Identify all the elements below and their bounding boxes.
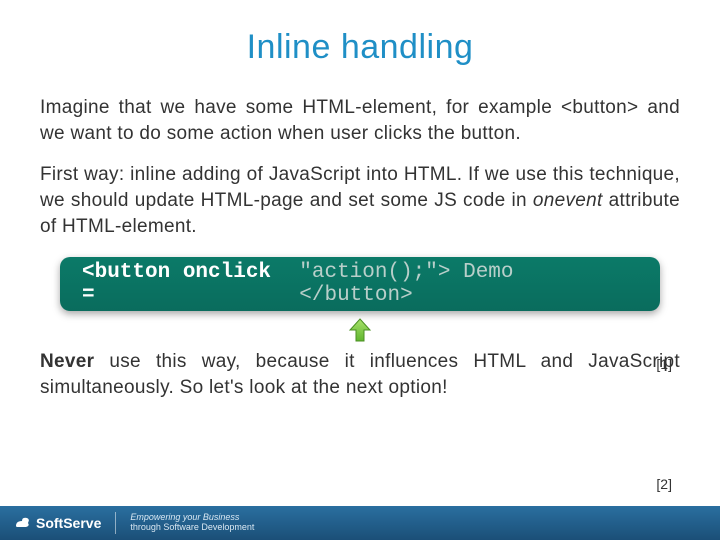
footer-bar: SoftServe Empowering your Business throu… xyxy=(0,506,720,540)
paragraph-intro: Imagine that we have some HTML-element, … xyxy=(40,95,680,146)
softserve-icon xyxy=(14,515,30,531)
citation-1: [1] xyxy=(656,356,672,372)
footer-tagline: Empowering your Business through Softwar… xyxy=(130,513,254,533)
footer-logo: SoftServe xyxy=(14,515,101,531)
text-onevent: onevent xyxy=(533,190,603,211)
footer-tag-line2: through Software Development xyxy=(130,523,254,533)
citation-2: [2] xyxy=(656,476,672,492)
paragraph-firstway: First way: inline adding of JavaScript i… xyxy=(40,162,680,239)
slide: Inline handling Imagine that we have som… xyxy=(0,0,720,540)
code-example-box: <button onclick = "action();"> Demo </bu… xyxy=(60,257,660,311)
never-label: Never xyxy=(40,351,94,372)
code-rest: "action();"> Demo </button> xyxy=(299,261,638,307)
footer-brand-text: SoftServe xyxy=(36,515,101,531)
footer-divider xyxy=(115,512,116,534)
never-rest: use this way, because it influences HTML… xyxy=(40,351,680,398)
arrow-up-wrap xyxy=(40,317,680,347)
slide-title: Inline handling xyxy=(40,28,680,67)
code-attr: <button onclick = xyxy=(82,261,295,307)
paragraph-never: Never use this way, because it influence… xyxy=(40,349,680,400)
arrow-up-icon xyxy=(348,317,372,343)
